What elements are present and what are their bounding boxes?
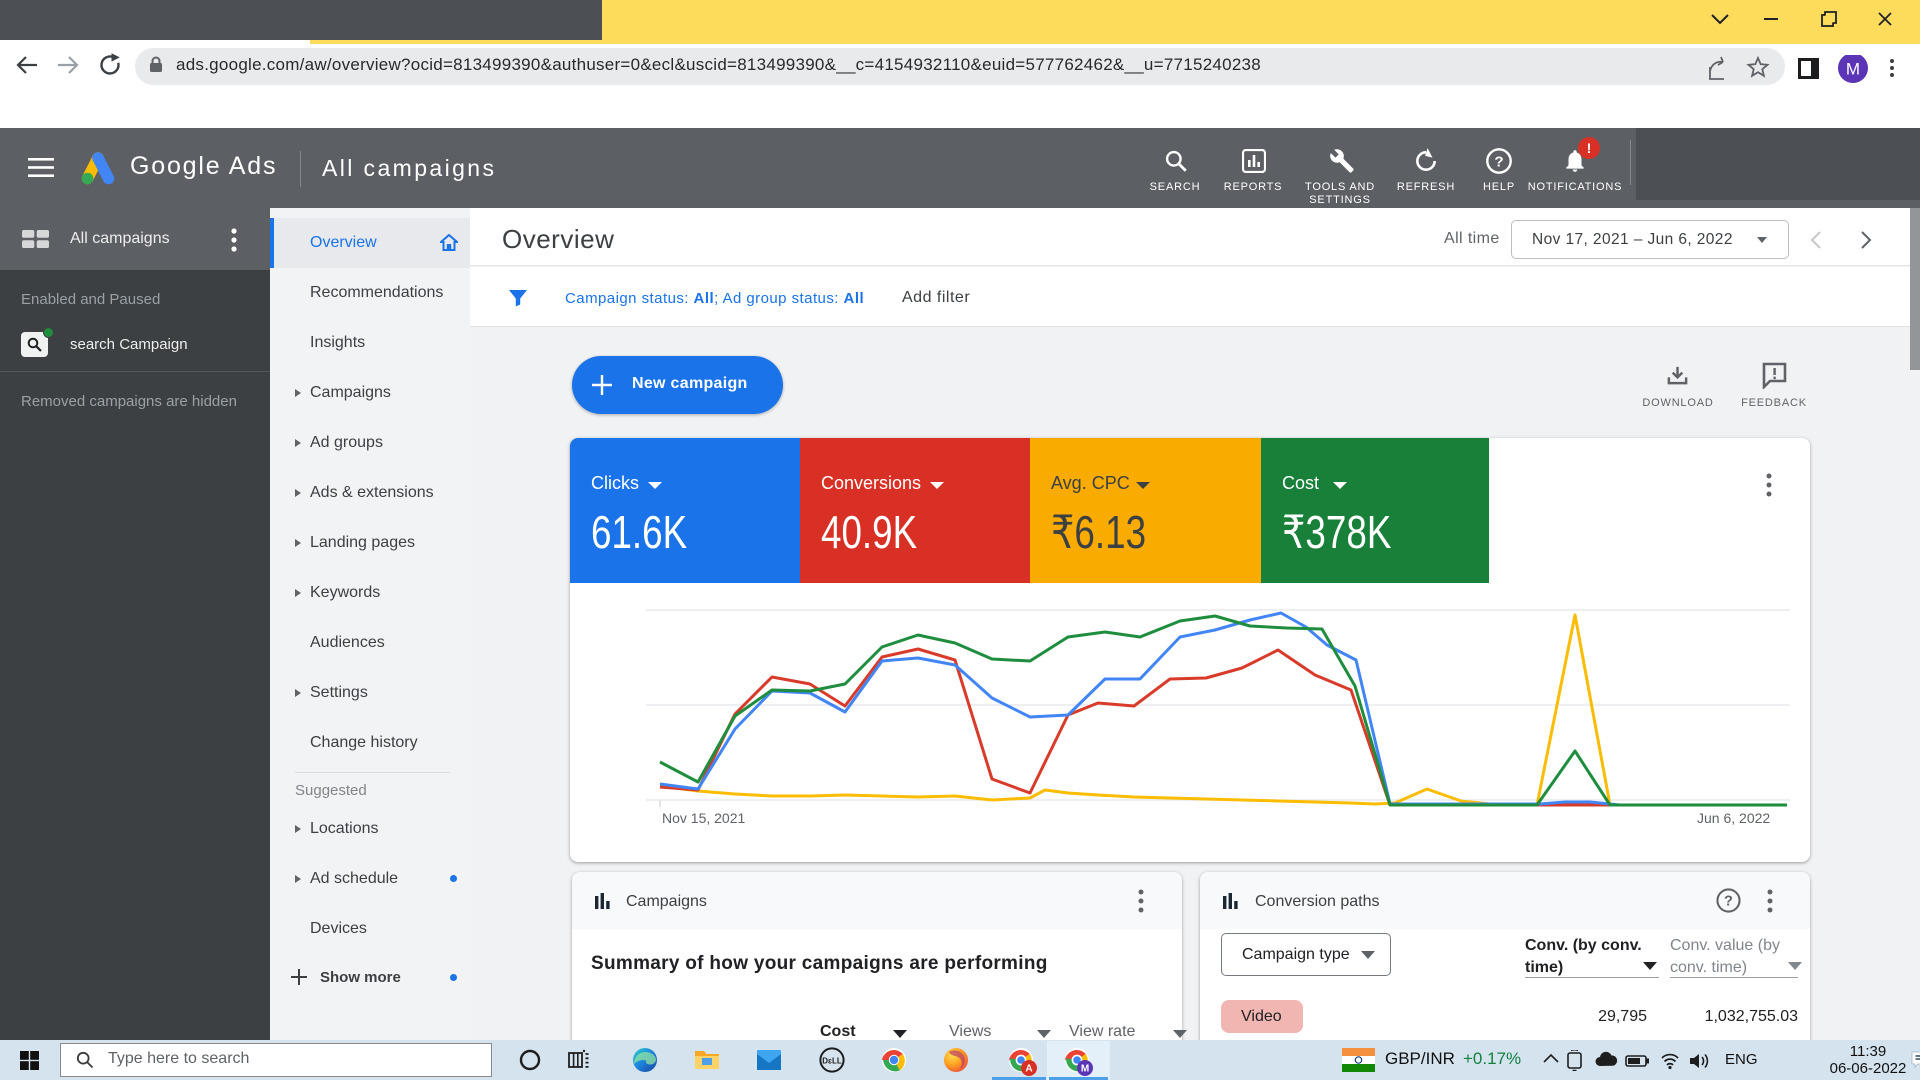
svg-text:M: M xyxy=(1081,1064,1089,1075)
svg-text:?: ? xyxy=(1494,153,1503,170)
svg-text:M: M xyxy=(1846,60,1860,79)
svg-text:DɛLL: DɛLL xyxy=(822,1057,842,1066)
svg-text:?: ? xyxy=(1724,894,1733,910)
svg-text:A: A xyxy=(1025,1064,1032,1075)
